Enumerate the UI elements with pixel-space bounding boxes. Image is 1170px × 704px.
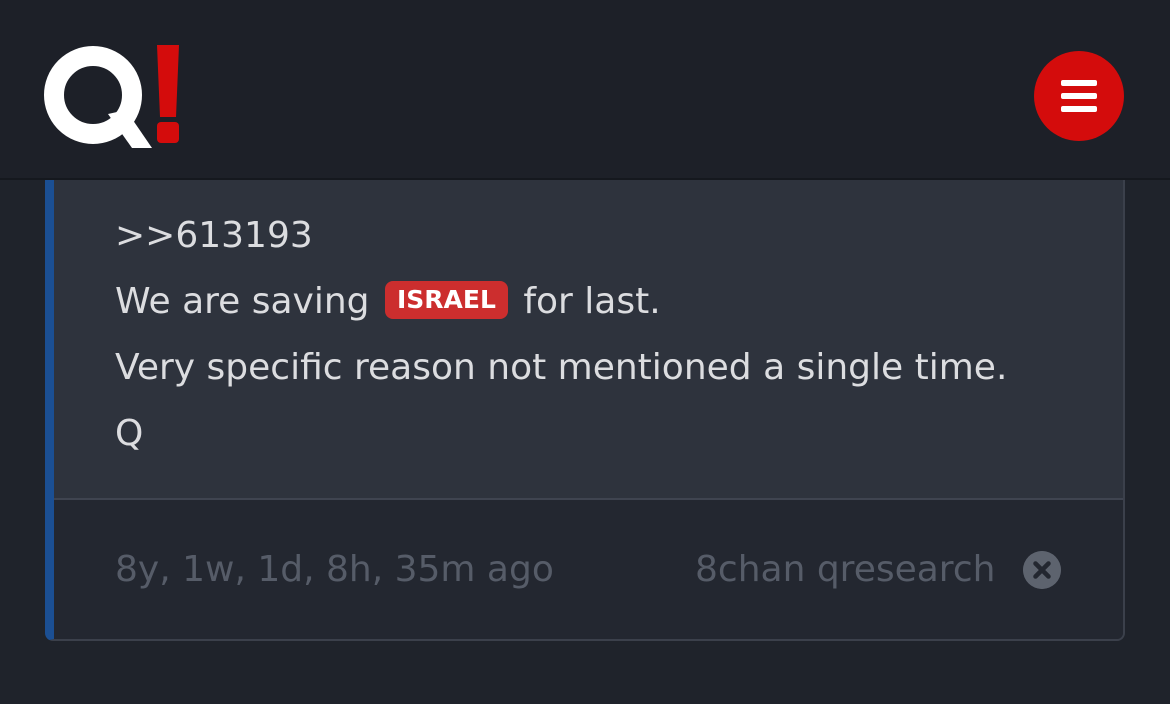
post-card: >>613193 We are saving ISRAEL for last. … (45, 180, 1125, 641)
post-body: >>613193 We are saving ISRAEL for last. … (54, 180, 1123, 500)
logo-q-letter (44, 46, 152, 148)
post-footer: 8y, 1w, 1d, 8h, 35m ago 8chan qresearch (54, 500, 1123, 639)
q-logo[interactable] (40, 28, 190, 158)
post-line-saving: We are saving ISRAEL for last. (115, 280, 661, 324)
post-reference-link[interactable]: >>613193 (115, 214, 313, 258)
post-line-reason: Very specific reason not mentioned a sin… (115, 347, 1008, 388)
close-icon[interactable] (1023, 551, 1061, 589)
post-signature: Q (115, 413, 144, 454)
app-header (0, 0, 1170, 180)
post-timestamp: 8y, 1w, 1d, 8h, 35m ago (115, 549, 554, 590)
post-text-after-tag: for last. (523, 281, 661, 322)
menu-button[interactable] (1034, 51, 1124, 141)
post-source[interactable]: 8chan qresearch (695, 548, 995, 592)
logo-exclamation-mark (157, 45, 179, 143)
israel-tag[interactable]: ISRAEL (384, 281, 508, 319)
post-text-before-tag: We are saving (115, 281, 370, 322)
